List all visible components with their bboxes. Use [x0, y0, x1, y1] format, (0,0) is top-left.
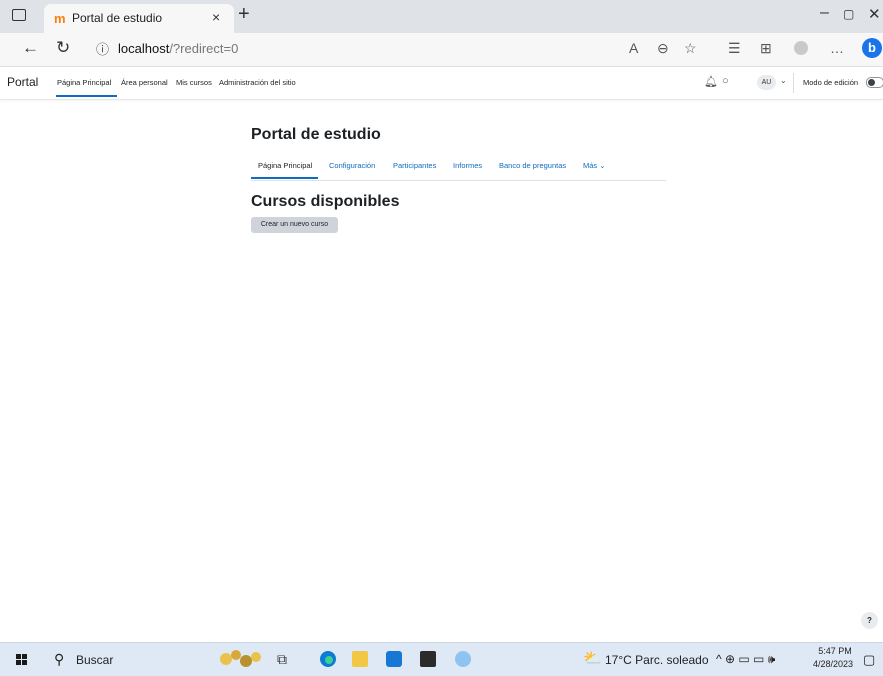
- moodle-navbar: Portal Página Principal Área personal Mi…: [0, 67, 883, 100]
- edit-mode-label: Modo de edición: [803, 78, 859, 87]
- browser-toolbar: ← ↻ ⓘ localhost/?redirect=0 A ⊖ ☆ ☰ ⊞ … …: [0, 33, 883, 67]
- weather-icon[interactable]: ⛅: [583, 649, 602, 667]
- store-icon[interactable]: [386, 651, 402, 667]
- tab-more[interactable]: Más ⌄: [583, 161, 606, 170]
- zoom-icon[interactable]: ⊖: [657, 40, 669, 57]
- tab-actions-icon[interactable]: [12, 9, 26, 21]
- tab-active-indicator: [251, 177, 318, 179]
- chevron-down-icon[interactable]: ⌄: [780, 76, 787, 85]
- back-arrow-icon[interactable]: ←: [22, 38, 39, 58]
- restore-button[interactable]: ▢: [843, 7, 854, 21]
- info-icon[interactable]: ⓘ: [96, 39, 109, 58]
- refresh-icon[interactable]: ↻: [56, 38, 70, 58]
- browser-tab-bar: m Portal de estudio × + – ▢ ✕: [0, 0, 883, 33]
- read-aloud-icon[interactable]: A: [629, 40, 638, 56]
- nav-active-indicator: [56, 95, 117, 97]
- edge-icon[interactable]: [320, 651, 336, 667]
- system-tray-icons[interactable]: ^ ⊕ ▭ ▭ 🕪︎: [716, 652, 775, 667]
- minimize-button[interactable]: –: [820, 4, 829, 22]
- section-title: Cursos disponibles: [251, 193, 400, 210]
- divider: [793, 73, 794, 93]
- create-course-button[interactable]: Crear un nuevo curso: [251, 217, 338, 233]
- widgets-icon[interactable]: [216, 645, 266, 673]
- taskbar-search[interactable]: Buscar: [76, 653, 113, 667]
- collections-icon[interactable]: ⊞: [760, 40, 772, 57]
- nav-item-my-courses[interactable]: Mis cursos: [176, 78, 212, 87]
- task-view-icon[interactable]: ⧉: [277, 651, 293, 667]
- close-window-button[interactable]: ✕: [868, 5, 881, 23]
- tab-reports[interactable]: Informes: [453, 161, 482, 170]
- bing-icon[interactable]: b: [862, 38, 882, 58]
- profile-avatar[interactable]: [794, 41, 808, 55]
- windows-taskbar: ⚲ Buscar ⧉ ⛅ 17°C Parc. soleado ^ ⊕ ▭ ▭ …: [0, 642, 883, 676]
- toggle-knob: [868, 79, 875, 86]
- favorites-list-icon[interactable]: ☰: [728, 40, 741, 57]
- user-avatar[interactable]: AU: [757, 75, 776, 90]
- page-title: Portal de estudio: [251, 126, 381, 143]
- secondary-nav: Página Principal Configuración Participa…: [251, 160, 666, 181]
- clock-date[interactable]: 4/28/2023: [808, 659, 858, 669]
- moodle-icon: m: [54, 11, 66, 26]
- search-icon[interactable]: ⚲: [54, 651, 64, 668]
- tab-question-bank[interactable]: Banco de preguntas: [499, 161, 566, 170]
- tab-home[interactable]: Página Principal: [258, 161, 312, 170]
- clock-time[interactable]: 5:47 PM: [810, 646, 860, 656]
- file-explorer-icon[interactable]: [352, 651, 368, 667]
- browser-tab[interactable]: m Portal de estudio ×: [44, 4, 234, 33]
- terminal-icon[interactable]: [420, 651, 436, 667]
- site-brand[interactable]: Portal: [7, 75, 38, 89]
- nav-item-dashboard[interactable]: Área personal: [121, 78, 168, 87]
- tab-title: Portal de estudio: [72, 11, 163, 25]
- nav-item-home[interactable]: Página Principal: [57, 78, 111, 87]
- new-tab-button[interactable]: +: [238, 3, 250, 26]
- app-icon[interactable]: [455, 651, 471, 667]
- url-text: localhost/?redirect=0: [118, 41, 239, 56]
- nav-item-site-admin[interactable]: Administración del sitio: [219, 78, 296, 87]
- tab-participants[interactable]: Participantes: [393, 161, 436, 170]
- address-bar[interactable]: ⓘ localhost/?redirect=0: [86, 37, 706, 61]
- weather-text[interactable]: 17°C Parc. soleado: [605, 653, 709, 667]
- edit-mode-toggle[interactable]: [866, 77, 883, 88]
- help-button[interactable]: ?: [861, 612, 878, 629]
- bell-icon[interactable]: 🔔︎: [704, 75, 718, 88]
- tab-settings[interactable]: Configuración: [329, 161, 375, 170]
- tab-close-icon[interactable]: ×: [212, 9, 220, 25]
- more-icon[interactable]: …: [830, 40, 844, 56]
- chat-icon[interactable]: ○: [722, 75, 729, 87]
- notification-icon[interactable]: ▢: [863, 652, 875, 668]
- favorite-icon[interactable]: ☆: [684, 40, 697, 57]
